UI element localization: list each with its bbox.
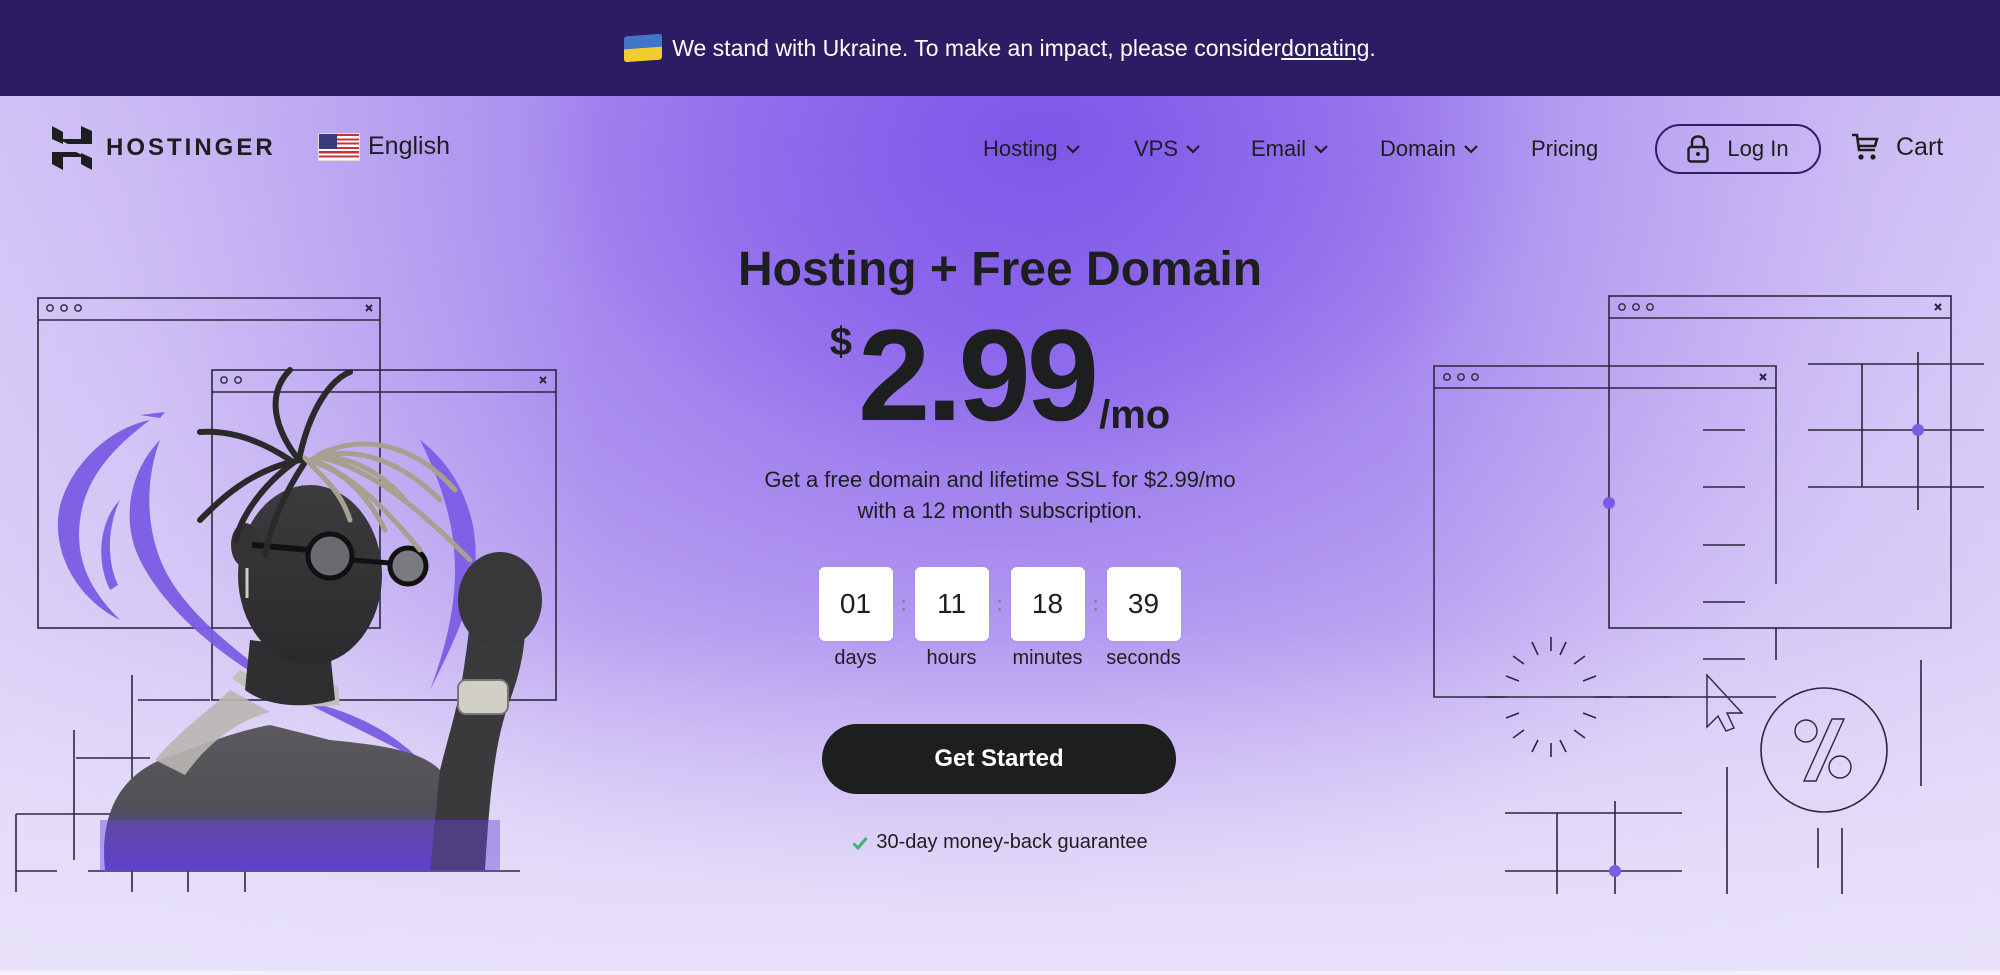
price-currency: $ (829, 320, 853, 364)
countdown-timer: 01 days : 11 hours : 18 minutes : 39 sec… (818, 567, 1181, 670)
chevron-down-icon (1464, 144, 1478, 154)
countdown-label: hours (926, 647, 977, 669)
nav-item-label: Pricing (1531, 136, 1599, 161)
countdown-label: days (834, 647, 877, 669)
donate-link[interactable]: donating (1281, 35, 1369, 62)
subtitle-line-2: with a 12 month subscription. (857, 498, 1143, 523)
subtitle-line-1: Get a free domain and lifetime SSL for $… (764, 467, 1236, 492)
hero-bottom-edge (0, 971, 2000, 975)
nav-item-email[interactable]: Email (1251, 136, 1328, 162)
nav-item-vps[interactable]: VPS (1134, 136, 1200, 162)
nav-item-hosting[interactable]: Hosting (983, 136, 1080, 162)
nav-item-label: VPS (1134, 136, 1179, 161)
hostinger-logo-icon (52, 126, 92, 170)
announcement-bar: We stand with Ukraine. To make an impact… (0, 0, 2000, 96)
price-display: $ 2.99 /mo (0, 310, 2000, 440)
nav-item-label: Hosting (983, 136, 1058, 161)
hero-subtitle: Get a free domain and lifetime SSL for $… (0, 464, 2000, 526)
price-period: /mo (1099, 393, 1171, 437)
countdown-separator: : (899, 591, 908, 616)
chevron-down-icon (1314, 144, 1328, 154)
announcement-trailing: . (1369, 34, 1376, 61)
cart-icon (1852, 133, 1879, 160)
countdown-days: 01 days (818, 567, 893, 670)
countdown-label: minutes (1012, 647, 1083, 669)
cart-label: Cart (1896, 132, 1944, 161)
chevron-down-icon (1065, 144, 1080, 154)
login-label: Log In (1727, 136, 1789, 161)
language-label: English (368, 132, 450, 160)
countdown-value: 18 (1010, 567, 1085, 641)
chevron-down-icon (1186, 144, 1200, 154)
countdown-value: 11 (914, 567, 989, 641)
price-amount: 2.99 (858, 302, 1099, 448)
get-started-button[interactable]: Get Started (822, 724, 1176, 794)
ukraine-flag-icon (624, 33, 663, 63)
brand-name: HOSTINGER (106, 134, 276, 161)
countdown-separator: : (1091, 591, 1100, 616)
hostinger-logo[interactable]: HOSTINGER (52, 126, 276, 170)
countdown-separator: : (995, 591, 1004, 616)
cart-link[interactable]: Cart (1850, 132, 1943, 162)
checkmark-icon (852, 836, 869, 850)
countdown-label: seconds (1106, 647, 1181, 669)
announcement-text: We stand with Ukraine. To make an impact… (672, 34, 1282, 61)
countdown-minutes: 18 minutes (1010, 567, 1085, 670)
login-button[interactable]: Log In (1655, 124, 1821, 174)
hero-headline: Hosting + Free Domain (737, 243, 1263, 296)
countdown-seconds: 39 seconds (1106, 567, 1181, 670)
main-nav: HOSTINGER English Hosting VPS Email Doma… (0, 96, 2000, 202)
countdown-value: 39 (1106, 567, 1181, 641)
us-flag-icon (318, 132, 360, 161)
guarantee-text: 30-day money-back guarantee (876, 831, 1148, 853)
language-selector[interactable]: English (318, 132, 450, 161)
countdown-hours: 11 hours (914, 567, 989, 670)
nav-item-label: Email (1251, 136, 1307, 161)
lock-icon (1687, 135, 1710, 163)
person-photo (100, 367, 542, 872)
money-back-guarantee: 30-day money-back guarantee (0, 831, 2000, 854)
nav-item-label: Domain (1380, 136, 1456, 161)
countdown-value: 01 (818, 567, 893, 641)
nav-item-pricing[interactable]: Pricing (1531, 136, 1598, 162)
nav-item-domain[interactable]: Domain (1380, 136, 1478, 162)
